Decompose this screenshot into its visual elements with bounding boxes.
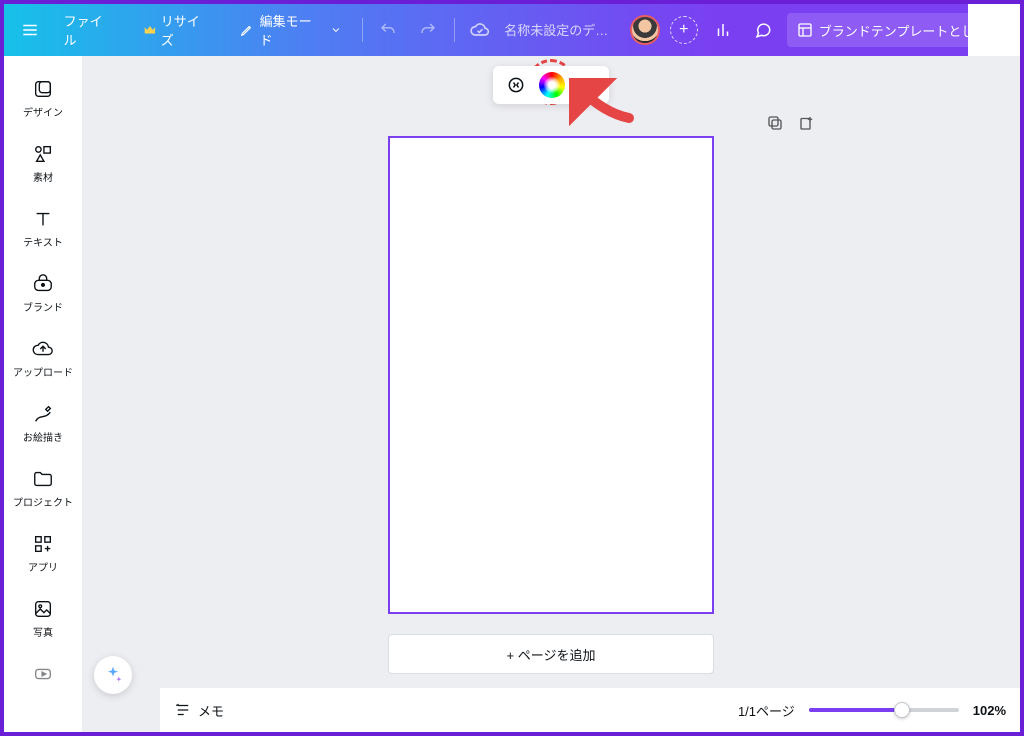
body: デザイン 素材 テキスト ブランド アップロード お絵描き: [4, 56, 1020, 732]
comments-button[interactable]: [747, 14, 779, 46]
avatar-image: [632, 17, 658, 43]
sidebar-item-label: お絵描き: [23, 429, 63, 444]
sidebar-item-label: デザイン: [23, 104, 63, 119]
sidebar-item-label: 素材: [33, 169, 53, 184]
edit-mode-label: 編集モード: [260, 11, 324, 49]
crown-icon: [143, 23, 157, 37]
sidebar-item-label: アップロード: [13, 364, 73, 379]
sidebar-item-apps[interactable]: アプリ: [4, 523, 82, 588]
pencil-icon: [240, 23, 254, 37]
background-color-button[interactable]: [539, 72, 565, 98]
add-page-wide-button[interactable]: + ページを追加: [388, 634, 714, 674]
sidebar-item-projects[interactable]: プロジェクト: [4, 458, 82, 523]
cloud-check-icon: [470, 20, 490, 40]
upload-icon: [32, 338, 54, 360]
sidebar-item-brand[interactable]: ブランド: [4, 263, 82, 328]
sidebar-item-draw[interactable]: お絵描き: [4, 393, 82, 458]
slider-track: [809, 708, 959, 712]
comment-icon: [754, 21, 772, 39]
color-wheel-icon: [539, 72, 565, 98]
design-title-input[interactable]: [504, 23, 614, 38]
resize-button[interactable]: リサイズ: [133, 14, 222, 46]
separator: [454, 18, 455, 42]
redo-icon: [419, 21, 437, 39]
elements-icon: [32, 143, 54, 165]
sidebar-item-label: 写真: [33, 624, 53, 639]
sidebar-item-label: テキスト: [23, 234, 63, 249]
add-member-button[interactable]: +: [668, 14, 700, 46]
duplicate-page-button[interactable]: [766, 114, 784, 132]
design-icon: [32, 78, 54, 100]
redo-button[interactable]: [412, 14, 444, 46]
topbar: ファイル リサイズ 編集モード +: [4, 4, 1020, 56]
sidebar: デザイン 素材 テキスト ブランド アップロード お絵描き: [4, 56, 82, 732]
canvas-page[interactable]: [388, 136, 714, 614]
folder-icon: [32, 468, 54, 490]
add-page-button[interactable]: [798, 114, 816, 132]
draw-icon: [32, 403, 54, 425]
sidebar-item-label: プロジェクト: [13, 494, 73, 509]
sidebar-item-elements[interactable]: 素材: [4, 133, 82, 198]
editor-main: 配置 + ページを追加: [82, 56, 1020, 732]
slider-fill: [809, 708, 902, 712]
sidebar-item-label: アプリ: [28, 559, 58, 574]
page-actions: [766, 114, 816, 132]
sparkle-icon: [103, 665, 123, 685]
add-page-icon: [798, 114, 816, 132]
duplicate-icon: [766, 114, 784, 132]
sidebar-item-more[interactable]: [4, 653, 82, 699]
user-avatar[interactable]: [630, 15, 660, 45]
animate-button[interactable]: [503, 72, 529, 98]
sidebar-item-label: ブランド: [23, 299, 63, 314]
video-icon: [32, 663, 54, 685]
notes-icon: [174, 701, 192, 719]
text-icon: [32, 208, 54, 230]
bottombar: メモ 1/1ページ 102%: [160, 688, 1020, 732]
position-button[interactable]: 配置: [575, 77, 599, 94]
sidebar-item-photos[interactable]: 写真: [4, 588, 82, 653]
sidebar-item-text[interactable]: テキスト: [4, 198, 82, 263]
context-toolbar: 配置: [493, 66, 609, 104]
zoom-slider[interactable]: [809, 708, 959, 712]
sidebar-item-uploads[interactable]: アップロード: [4, 328, 82, 393]
chevron-down-icon: [330, 24, 342, 36]
magic-button[interactable]: [94, 656, 132, 694]
resize-label: リサイズ: [161, 11, 212, 49]
file-menu[interactable]: ファイル: [54, 14, 125, 46]
sidebar-item-design[interactable]: デザイン: [4, 68, 82, 133]
slider-thumb[interactable]: [894, 702, 910, 718]
chart-icon: [714, 21, 732, 39]
template-icon: [797, 22, 813, 38]
menu-button[interactable]: [14, 14, 46, 46]
zoom-value[interactable]: 102%: [973, 703, 1006, 718]
apps-icon: [32, 533, 54, 555]
edit-mode-button[interactable]: 編集モード: [230, 14, 352, 46]
plus-circle-icon: +: [670, 16, 698, 44]
notes-label: メモ: [198, 701, 224, 720]
separator: [362, 18, 363, 42]
animate-icon: [506, 75, 526, 95]
photo-icon: [32, 598, 54, 620]
notes-button[interactable]: メモ: [174, 701, 224, 720]
cloud-sync-button[interactable]: [465, 14, 497, 46]
brand-icon: [32, 273, 54, 295]
page-counter: 1/1ページ: [738, 701, 795, 720]
insights-button[interactable]: [708, 14, 740, 46]
hamburger-icon: [21, 21, 39, 39]
undo-button[interactable]: [372, 14, 404, 46]
app-root: ファイル リサイズ 編集モード +: [0, 0, 1024, 736]
undo-icon: [379, 21, 397, 39]
